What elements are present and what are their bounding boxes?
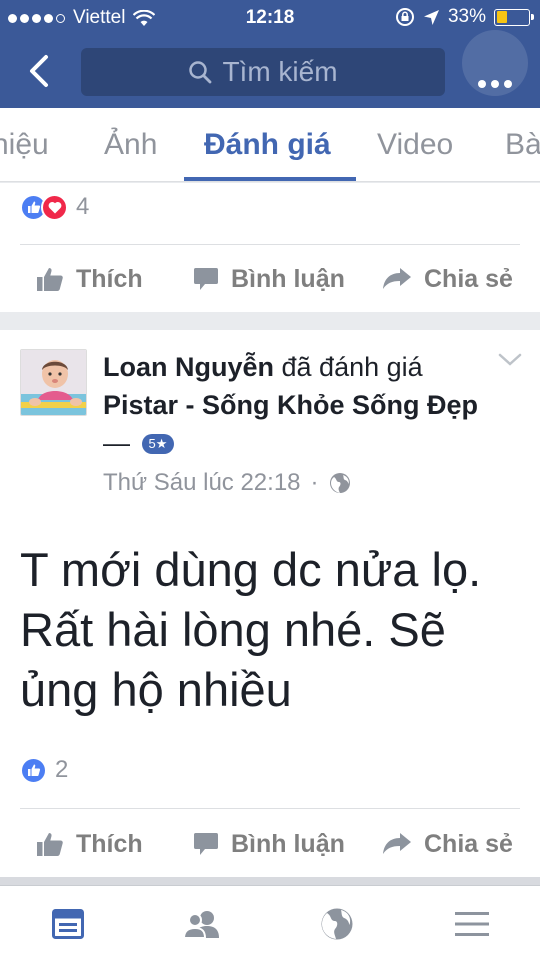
share-label: Chia sẻ (424, 829, 513, 858)
location-arrow-icon (423, 9, 439, 25)
dash-separator: — (103, 428, 130, 458)
author-name[interactable]: Loan Nguyễn (103, 352, 274, 382)
more-dots-icon-3 (504, 80, 512, 88)
review-body: T mới dùng dc nửa lọ. Rất hài lòng nhé. … (20, 543, 482, 716)
tab-photos[interactable]: Ảnh (104, 128, 157, 162)
reaction-count: 2 (55, 756, 69, 783)
chevron-left-icon (30, 55, 48, 87)
comment-label: Bình luận (231, 264, 345, 293)
search-placeholder: Tìm kiếm (222, 56, 338, 87)
page-name-link[interactable]: Pistar - Sống Khỏe Sống Đẹp (103, 390, 478, 420)
top-bar: Viettel 12:18 33% Tìm kiếm (0, 0, 540, 108)
previous-review-card: 4 Thích Bình luận Chia sẻ (0, 183, 540, 312)
share-arrow-icon (383, 833, 411, 854)
search-icon (189, 61, 212, 84)
comment-button[interactable]: Bình luận (193, 814, 345, 874)
comment-bubble-icon (194, 832, 218, 855)
bottom-tab-bar (0, 885, 540, 960)
post-timestamp-row: Thứ Sáu lúc 22:18 · (103, 469, 351, 497)
review-verb: đã đánh giá (274, 352, 423, 382)
feed-separator (0, 877, 540, 885)
review-post-card: Loan Nguyễn đã đánh giá Pistar - Sống Kh… (0, 330, 540, 877)
post-actions: Thích Bình luận Chia sẻ (0, 814, 540, 874)
globe-privacy-icon (329, 473, 350, 493)
back-button[interactable] (18, 48, 58, 94)
post-header: Loan Nguyễn đã đánh giá Pistar - Sống Kh… (103, 348, 483, 462)
post-timestamp[interactable]: Thứ Sáu lúc 22:18 (103, 469, 301, 497)
menu-icon (455, 911, 489, 936)
divider (20, 244, 520, 245)
status-right: 33% (395, 6, 534, 28)
nav-notifications[interactable] (283, 886, 391, 960)
share-button[interactable]: Chia sẻ (382, 814, 513, 874)
comment-button[interactable]: Bình luận (193, 249, 345, 309)
tab-featured[interactable]: hiệu (0, 128, 49, 162)
more-options-button[interactable] (460, 26, 530, 106)
share-label: Chia sẻ (424, 264, 513, 293)
chevron-down-icon[interactable] (496, 350, 524, 370)
tab-posts[interactable]: Bà (505, 128, 540, 162)
like-reaction-icon (20, 756, 47, 784)
more-dots-icon (478, 80, 486, 88)
post-actions: Thích Bình luận Chia sẻ (0, 249, 540, 309)
more-dots-icon-2 (491, 80, 499, 88)
rotation-lock-icon (395, 8, 414, 26)
comment-bubble-icon (194, 267, 218, 290)
globe-icon (321, 908, 353, 939)
battery-percent: 33% (447, 6, 486, 27)
share-arrow-icon (383, 268, 411, 289)
tab-videos[interactable]: Video (377, 128, 453, 162)
nav-news-feed[interactable] (14, 886, 122, 960)
like-button[interactable]: Thích (36, 249, 143, 309)
battery-fill (496, 11, 507, 23)
thumbs-up-icon (37, 268, 63, 291)
comment-label: Bình luận (231, 829, 345, 858)
reaction-count: 4 (76, 193, 90, 220)
thumbs-up-icon (37, 833, 63, 856)
like-button[interactable]: Thích (36, 814, 143, 874)
like-label: Thích (76, 829, 143, 858)
nav-friends[interactable] (148, 886, 256, 960)
timestamp-separator: · (310, 469, 319, 496)
avatar[interactable] (20, 349, 87, 416)
reactions-summary[interactable]: 4 (20, 193, 89, 221)
divider (20, 808, 520, 809)
love-reaction-icon (41, 193, 68, 221)
rating-badge: 5★ (141, 434, 175, 454)
news-feed-icon (52, 908, 84, 939)
share-button[interactable]: Chia sẻ (382, 249, 513, 309)
nav-menu[interactable] (418, 886, 526, 960)
page-tabs: hiệu Ảnh Đánh giá Video Bà (0, 108, 540, 182)
baby-photo-thumbnail (21, 350, 86, 415)
status-bar: Viettel 12:18 33% (0, 0, 540, 36)
battery-icon (494, 8, 534, 26)
active-tab-indicator (184, 177, 356, 181)
search-input[interactable]: Tìm kiếm (81, 48, 445, 96)
tab-reviews[interactable]: Đánh giá (204, 128, 331, 162)
reactions-summary[interactable]: 2 (20, 756, 68, 784)
friends-icon (183, 910, 219, 938)
like-label: Thích (76, 264, 143, 293)
